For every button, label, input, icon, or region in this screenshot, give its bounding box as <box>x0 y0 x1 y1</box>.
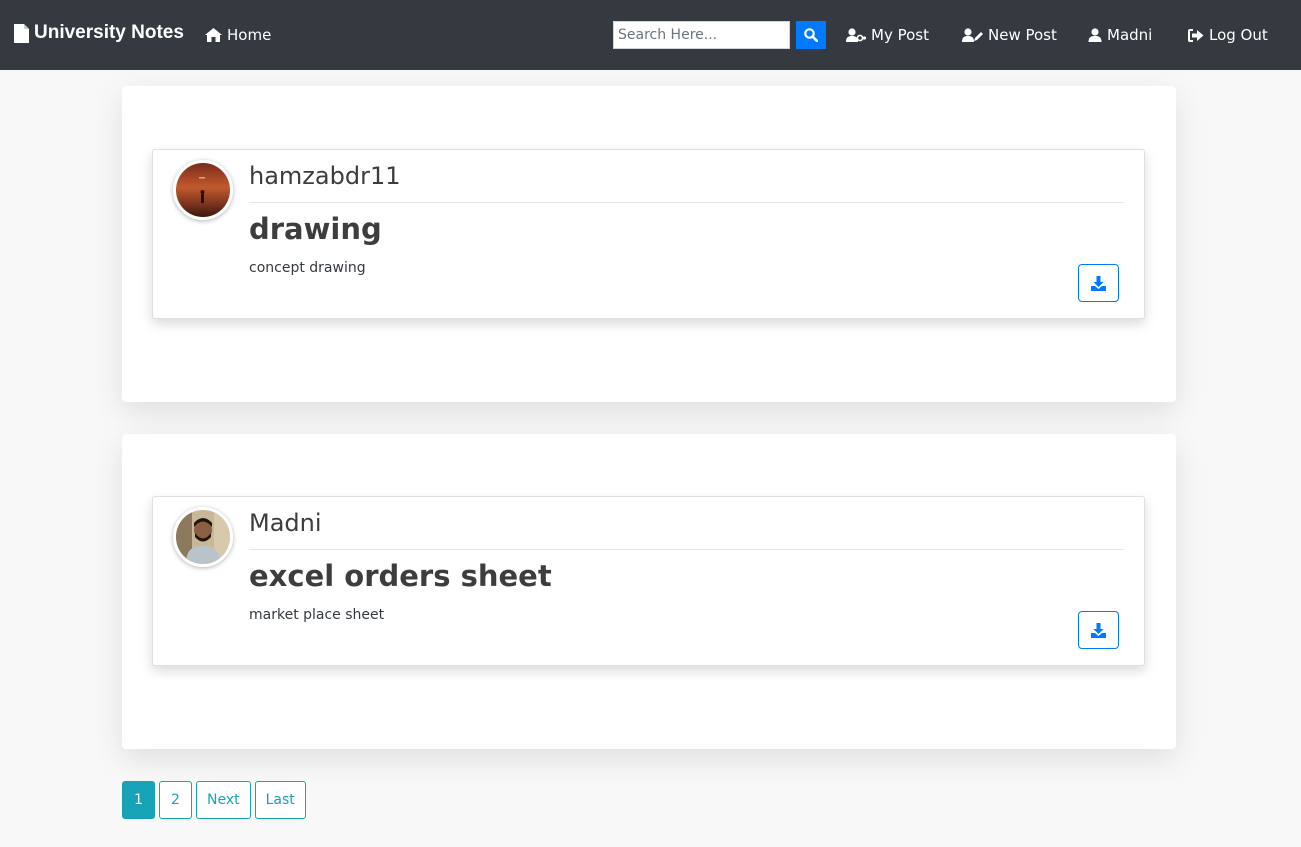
card-divider <box>249 549 1124 550</box>
nav-logout[interactable]: Log Out <box>1188 26 1268 44</box>
nav-my-post[interactable]: My Post <box>846 26 929 44</box>
search-input[interactable] <box>613 21 790 49</box>
download-button[interactable] <box>1078 264 1119 302</box>
nav-my-post-label: My Post <box>871 26 929 44</box>
search-icon <box>804 28 818 42</box>
author-username[interactable]: hamzabdr11 <box>249 162 400 190</box>
nav-home[interactable]: Home <box>205 26 271 44</box>
post-card: Madni excel orders sheet market place sh… <box>152 496 1145 666</box>
page-2-button[interactable]: 2 <box>159 781 192 819</box>
next-page-button[interactable]: Next <box>196 781 251 819</box>
last-page-button[interactable]: Last <box>254 781 306 819</box>
nav-home-label: Home <box>227 26 272 44</box>
sign-out-icon <box>1188 28 1204 42</box>
nav-new-post[interactable]: New Post <box>962 26 1057 44</box>
post-description: concept drawing <box>249 260 366 276</box>
download-icon <box>1091 275 1106 291</box>
download-button[interactable] <box>1078 611 1119 649</box>
brand-label: University Notes <box>34 22 184 43</box>
brand-link[interactable]: University Notes <box>14 22 184 44</box>
post-title: drawing <box>249 212 382 246</box>
post-container: hamzabdr11 drawing concept drawing <box>122 86 1176 402</box>
page-1-button[interactable]: 1 <box>122 781 155 819</box>
user-edit-icon <box>962 28 983 42</box>
post-title: excel orders sheet <box>249 559 552 593</box>
user-secret-icon <box>846 28 866 42</box>
nav-logout-label: Log Out <box>1209 26 1268 44</box>
download-icon <box>1091 622 1106 638</box>
nav-user-profile[interactable]: Madni <box>1088 26 1152 44</box>
author-username[interactable]: Madni <box>249 509 322 537</box>
nav-user-label: Madni <box>1107 26 1153 44</box>
pagination: 1 2 Next Last <box>122 781 306 819</box>
top-navbar: University Notes Home My Post New Post M… <box>0 0 1301 70</box>
search-button[interactable] <box>796 21 826 49</box>
nav-new-post-label: New Post <box>988 26 1057 44</box>
card-divider <box>249 202 1124 203</box>
file-icon <box>14 23 29 43</box>
post-container: Madni excel orders sheet market place sh… <box>122 434 1176 749</box>
author-avatar[interactable] <box>173 507 233 567</box>
author-avatar[interactable] <box>173 160 233 220</box>
user-icon <box>1088 28 1102 42</box>
home-icon <box>205 28 222 42</box>
post-description: market place sheet <box>249 607 385 623</box>
post-card: hamzabdr11 drawing concept drawing <box>152 149 1145 319</box>
